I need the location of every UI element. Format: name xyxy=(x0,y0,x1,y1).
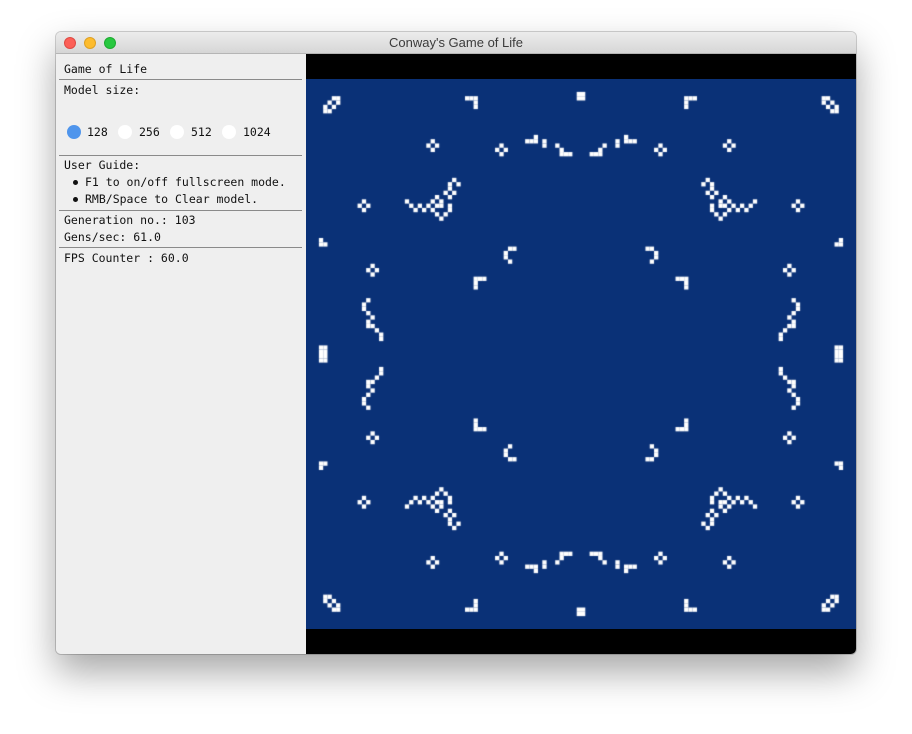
game-viewport[interactable] xyxy=(306,54,856,654)
window-title: Conway's Game of Life xyxy=(389,35,523,50)
title-bar[interactable]: Conway's Game of Life xyxy=(56,32,856,54)
guide-item: F1 to on/off fullscreen mode. xyxy=(85,175,286,189)
model-size-label: Model size: xyxy=(64,83,141,97)
model-size-512-radio[interactable] xyxy=(170,125,184,139)
user-guide-label: User Guide: xyxy=(64,158,141,172)
life-board[interactable] xyxy=(306,79,856,629)
model-size-256-radio[interactable] xyxy=(118,125,132,139)
guide-item: RMB/Space to Clear model. xyxy=(85,192,259,206)
divider xyxy=(59,79,302,80)
model-size-512-label[interactable]: 512 xyxy=(191,125,212,139)
gens-per-sec: Gens/sec: 61.0 xyxy=(64,230,161,244)
control-panel: Game of Life Model size: 128 256 512 102… xyxy=(56,54,306,654)
divider xyxy=(59,247,302,248)
bullet-icon xyxy=(73,197,78,202)
divider xyxy=(59,210,302,211)
divider xyxy=(59,155,302,156)
model-size-128-radio[interactable] xyxy=(67,125,81,139)
bullet-icon xyxy=(73,180,78,185)
model-size-1024-label[interactable]: 1024 xyxy=(243,125,271,139)
generation-counter: Generation no.: 103 xyxy=(64,213,196,227)
model-size-256-label[interactable]: 256 xyxy=(139,125,160,139)
panel-heading: Game of Life xyxy=(64,62,148,76)
fps-counter: FPS Counter : 60.0 xyxy=(64,251,189,265)
model-size-128-label[interactable]: 128 xyxy=(87,125,108,139)
model-size-1024-radio[interactable] xyxy=(222,125,236,139)
app-window: Conway's Game of Life Game of Life Model… xyxy=(56,32,856,654)
